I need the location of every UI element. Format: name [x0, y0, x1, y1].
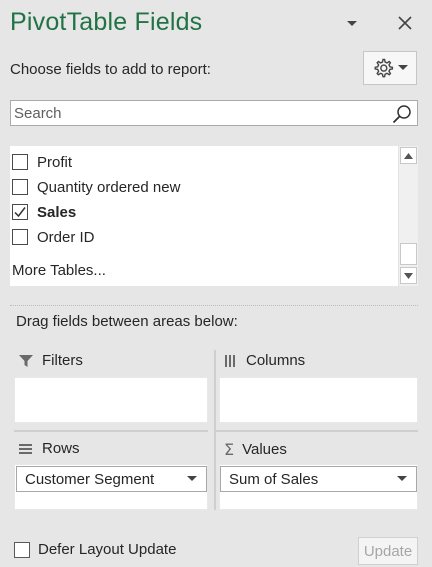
gear-icon — [374, 58, 394, 78]
rows-drop-zone[interactable]: Customer Segment — [14, 464, 208, 510]
field-checkbox[interactable] — [12, 179, 28, 195]
field-checkbox[interactable] — [12, 229, 28, 245]
area-horizontal-divider — [214, 430, 418, 432]
rows-field-label: Customer Segment — [25, 470, 155, 488]
field-label: Quantity ordered new — [37, 178, 181, 196]
chevron-down-icon — [398, 65, 408, 70]
defer-layout-checkbox[interactable] — [14, 541, 30, 558]
pane-title: PivotTable Fields — [10, 8, 203, 36]
rows-area-header: Rows — [18, 440, 80, 457]
values-area-label: Values — [242, 441, 287, 458]
update-button[interactable]: Update — [358, 537, 418, 565]
checkmark-icon — [14, 207, 26, 218]
filters-area-header: Filters — [18, 352, 83, 369]
chevron-down-icon[interactable] — [187, 476, 197, 482]
columns-drop-zone[interactable] — [219, 377, 418, 423]
field-label: Order ID — [37, 228, 95, 246]
filter-icon — [19, 354, 33, 367]
area-horizontal-divider-left — [14, 430, 208, 432]
columns-icon — [225, 354, 235, 367]
field-item-sales[interactable]: Sales — [10, 201, 76, 223]
field-checkbox-checked[interactable] — [12, 204, 28, 220]
filters-area-label: Filters — [42, 352, 83, 369]
section-divider[interactable] — [10, 305, 418, 306]
more-tables-link[interactable]: More Tables... — [12, 262, 106, 279]
columns-area-header: Columns — [224, 352, 305, 369]
rows-area-label: Rows — [42, 440, 80, 457]
drag-fields-label: Drag fields between areas below: — [16, 313, 238, 330]
task-pane-options-button[interactable] — [340, 12, 364, 36]
scroll-up-button[interactable] — [400, 147, 417, 164]
search-box[interactable] — [10, 100, 418, 126]
values-drop-zone[interactable]: Sum of Sales — [219, 464, 418, 510]
field-list-tools-button[interactable] — [363, 51, 417, 85]
rows-icon — [19, 443, 32, 454]
caret-up-icon — [404, 152, 413, 159]
close-icon — [398, 16, 412, 30]
scroll-down-button[interactable] — [400, 267, 417, 284]
caret-down-icon — [404, 272, 413, 279]
field-list-scrollbar[interactable] — [398, 146, 418, 286]
columns-area-label: Columns — [246, 352, 306, 369]
defer-layout-update[interactable]: Defer Layout Update — [14, 541, 176, 558]
filters-drop-zone[interactable] — [14, 377, 208, 423]
values-field-label: Sum of Sales — [229, 470, 319, 488]
field-checkbox[interactable] — [12, 154, 28, 170]
rows-field-pill[interactable]: Customer Segment — [16, 466, 207, 492]
field-label: Sales — [37, 203, 77, 221]
values-field-pill[interactable]: Sum of Sales — [220, 466, 417, 492]
chevron-down-icon — [347, 21, 357, 26]
field-item-profit[interactable]: Profit — [10, 151, 72, 173]
scrollbar-thumb[interactable] — [400, 243, 417, 265]
search-input[interactable] — [11, 101, 381, 125]
sigma-icon: Σ — [224, 440, 235, 459]
field-label: Profit — [37, 153, 73, 171]
field-item-order-id[interactable]: Order ID — [10, 226, 95, 248]
defer-layout-label: Defer Layout Update — [38, 541, 177, 558]
search-icon[interactable] — [391, 103, 413, 125]
choose-fields-label: Choose fields to add to report: — [10, 61, 211, 78]
field-item-quantity-ordered-new[interactable]: Quantity ordered new — [10, 176, 180, 198]
field-list: Profit Quantity ordered new Sales Order … — [10, 146, 418, 286]
values-area-header: Σ Values — [224, 440, 287, 459]
close-button[interactable] — [392, 10, 418, 36]
chevron-down-icon[interactable] — [397, 476, 407, 482]
